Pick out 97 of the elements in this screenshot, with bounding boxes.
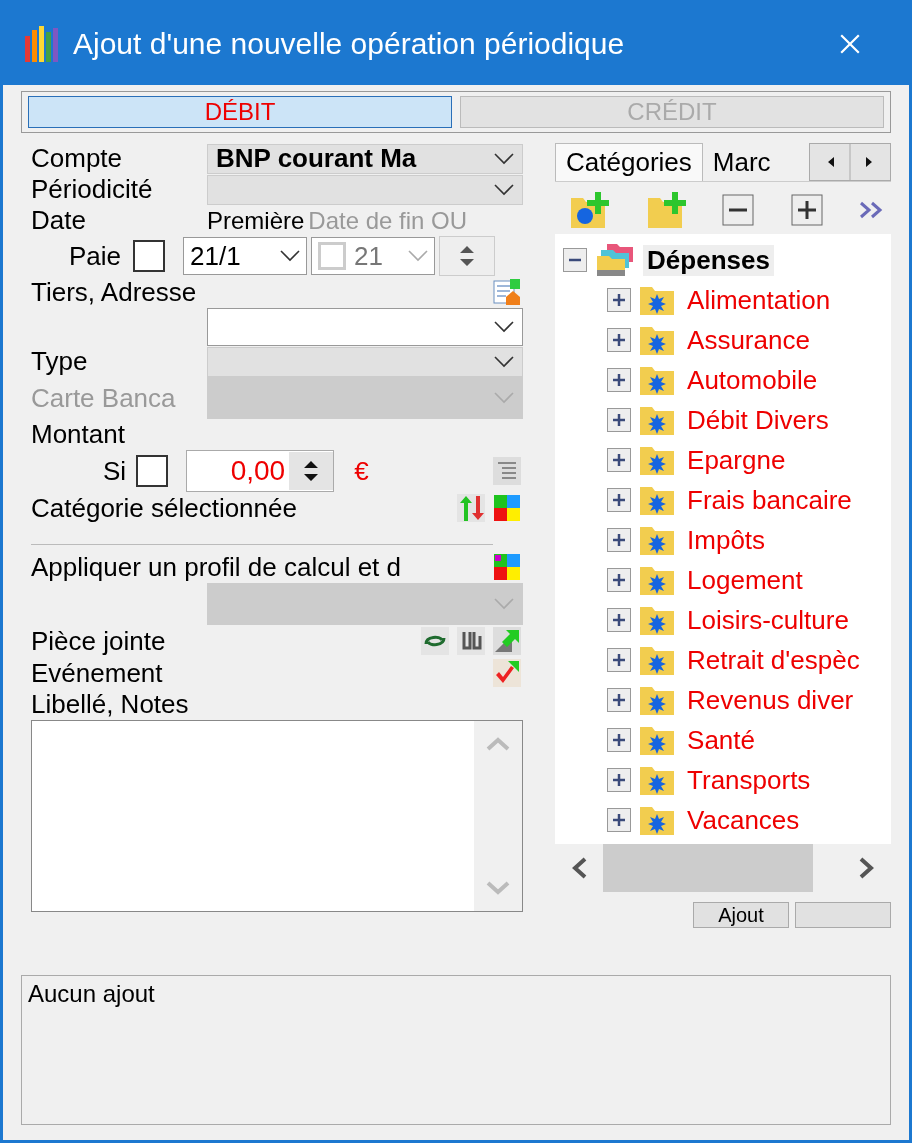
field-label: Libellé, Notes — [31, 689, 190, 720]
field-label: Date de fin OU — [308, 206, 468, 235]
expand-icon[interactable] — [607, 488, 632, 512]
status-text: Aucun ajout — [28, 980, 155, 1007]
tree-item[interactable]: Revenus diver — [683, 684, 858, 716]
chevron-down-icon — [494, 152, 515, 165]
si-checkbox[interactable] — [136, 455, 169, 487]
chevron-down-icon — [494, 321, 515, 333]
folder-icon — [639, 644, 676, 676]
chevron-down-icon — [280, 250, 301, 262]
collapse-icon[interactable] — [722, 194, 755, 226]
tree-item[interactable]: Assurance — [683, 324, 814, 356]
arrow-out-icon[interactable] — [492, 626, 523, 656]
list-icon[interactable] — [492, 456, 523, 486]
window-title: Ajout d'une nouvelle opération périodique — [73, 27, 626, 61]
folder-icon — [639, 284, 676, 316]
field-label: Catégorie sélectionnée — [31, 492, 297, 524]
panel-tab[interactable]: Catégories — [555, 143, 703, 181]
tree-item[interactable]: Automobile — [683, 364, 822, 396]
folder-icon — [639, 684, 676, 716]
folder-icon — [639, 444, 676, 476]
amount-field[interactable]: 0,00 — [186, 450, 335, 492]
tree-item[interactable]: Logement — [683, 564, 807, 596]
swap-arrows-icon[interactable] — [456, 493, 487, 523]
expand-icon[interactable] — [607, 408, 632, 432]
chevron-down-icon — [494, 392, 515, 404]
expand-icon[interactable] — [790, 194, 823, 226]
field-label: Type — [31, 346, 89, 377]
folder-icon — [639, 564, 676, 596]
end-date-picker[interactable]: 21 — [311, 237, 436, 275]
new-category-icon[interactable] — [569, 190, 610, 230]
account-dropdown[interactable]: BNP courant Ma — [207, 143, 524, 174]
field-label: Appliquer un profil de calcul et d — [31, 551, 402, 583]
spin-button[interactable] — [439, 236, 496, 276]
color-grid-icon[interactable] — [492, 493, 523, 523]
type-tab[interactable]: DÉBIT — [28, 96, 452, 128]
chevron-down-icon — [494, 355, 515, 368]
tree-item[interactable]: Frais bancaire — [683, 484, 856, 516]
expand-icon[interactable] — [607, 288, 632, 312]
expand-icon[interactable] — [607, 688, 632, 712]
expand-icon[interactable] — [607, 528, 632, 552]
expand-icon[interactable] — [607, 648, 632, 672]
field-label: Tiers, Adresse — [31, 276, 198, 308]
tree-item[interactable]: Santé — [683, 724, 759, 756]
field-label: Montant — [31, 419, 126, 450]
field-label: Paie — [69, 240, 122, 272]
close-icon[interactable] — [839, 33, 861, 55]
expand-icon[interactable] — [607, 368, 632, 392]
expand-icon[interactable] — [607, 608, 632, 632]
field-label: Carte Banca — [31, 382, 177, 414]
double-chevron-icon[interactable] — [859, 200, 885, 220]
folder-icon — [639, 724, 676, 756]
expand-icon[interactable] — [607, 328, 632, 352]
folder-icon — [639, 604, 676, 636]
field-label: Date — [31, 205, 87, 236]
folder-icon — [639, 804, 676, 836]
chevron-down-icon — [408, 250, 429, 262]
folders-icon — [595, 242, 636, 278]
tree-item[interactable]: Transports — [683, 764, 815, 796]
field-label: Périodicité — [31, 174, 154, 205]
folder-icon — [639, 484, 676, 516]
field-label: Première — [207, 206, 305, 235]
field-label: Compte — [31, 143, 124, 174]
expand-icon[interactable] — [607, 768, 632, 792]
expand-icon[interactable] — [607, 808, 632, 832]
expand-icon[interactable] — [607, 448, 632, 472]
dialog-button[interactable]: Ajout — [693, 902, 789, 928]
tree-item[interactable]: Retrait d'espèc — [683, 644, 864, 676]
first-date-picker[interactable]: 21/1 — [183, 237, 308, 275]
folder-icon — [639, 364, 676, 396]
tree-item[interactable]: Dépenses — [643, 244, 774, 276]
chevron-down-icon — [494, 598, 515, 610]
address-book-icon[interactable] — [492, 277, 523, 307]
tree-item[interactable]: Epargne — [683, 444, 790, 476]
color-grid-icon[interactable] — [492, 552, 523, 582]
field-label: Si — [103, 455, 127, 487]
expand-icon[interactable] — [607, 728, 632, 752]
field-label: Evénement — [31, 657, 164, 689]
panel-tab[interactable]: Marc — [702, 143, 781, 181]
expand-icon[interactable] — [607, 568, 632, 592]
tree-item[interactable]: Vacances — [683, 804, 804, 836]
folder-icon — [639, 324, 676, 356]
folder-icon — [639, 524, 676, 556]
tree-item[interactable]: Débit Divers — [683, 404, 833, 436]
end-date-checkbox[interactable] — [318, 242, 347, 270]
tree-item[interactable]: Alimentation — [683, 284, 835, 316]
chevron-down-icon — [494, 183, 515, 196]
payee-dropdown[interactable] — [207, 308, 524, 346]
checkmark-icon[interactable] — [492, 658, 523, 688]
collapse-icon[interactable] — [563, 248, 588, 272]
field-label: Pièce jointe — [31, 625, 167, 657]
pay-checkbox[interactable] — [133, 240, 166, 272]
folder-icon — [639, 404, 676, 436]
tree-item[interactable]: Loisirs-culture — [683, 604, 853, 636]
tree-item[interactable]: Impôts — [683, 524, 770, 556]
currency-label: € — [354, 455, 369, 487]
folder-icon — [639, 764, 676, 796]
